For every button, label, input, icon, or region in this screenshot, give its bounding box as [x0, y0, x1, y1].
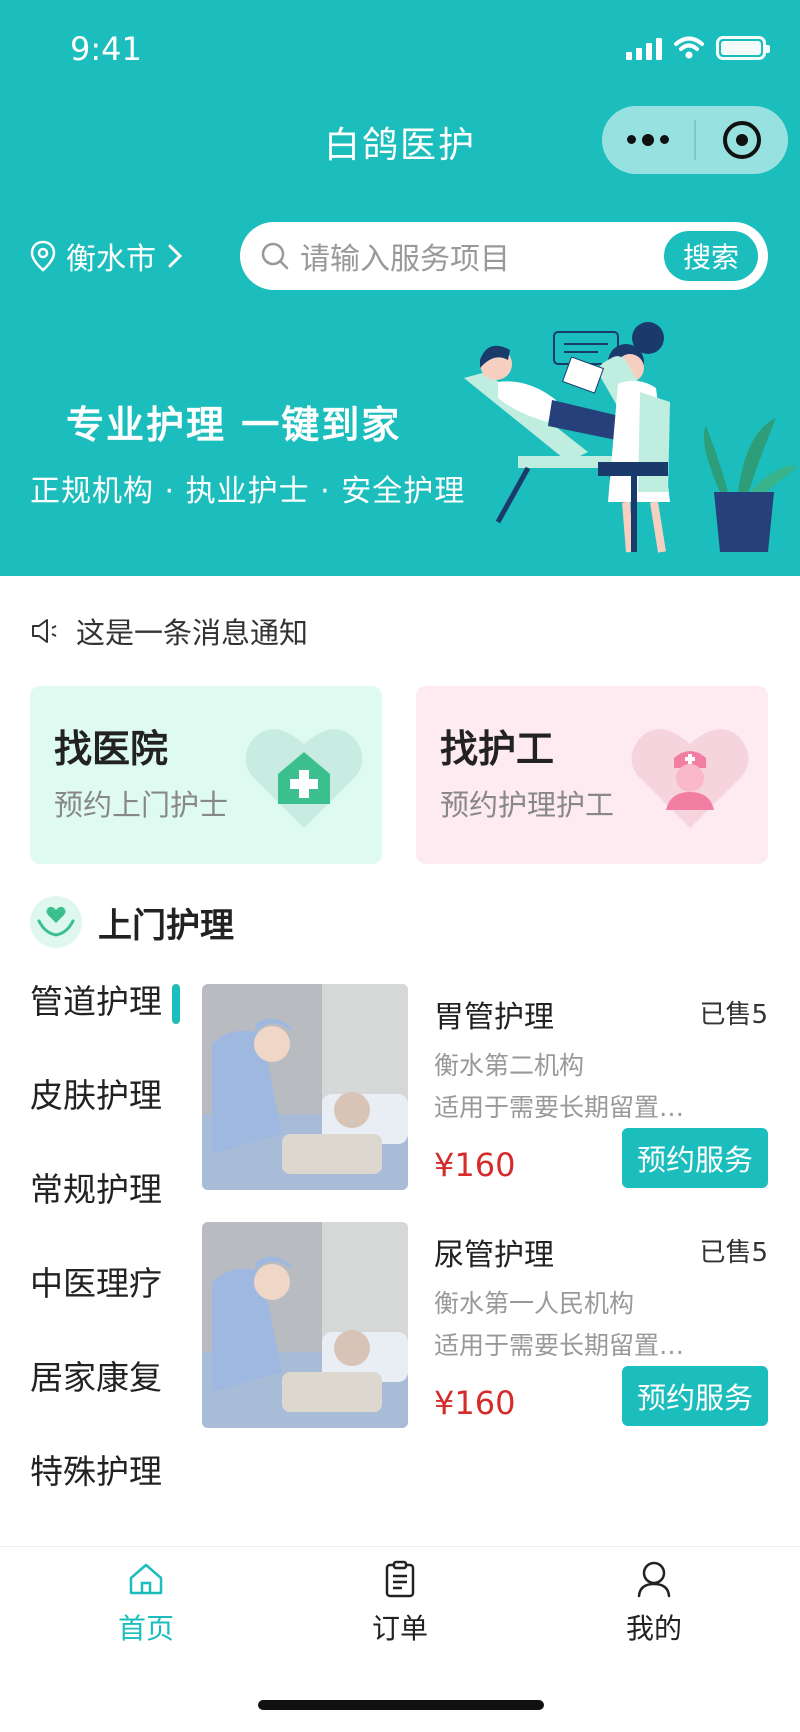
category-item-special-care[interactable]: 特殊护理 — [30, 1446, 190, 1540]
more-icon[interactable] — [602, 133, 694, 146]
service-description: 适用于需要长期留置胃管的患者 — [434, 1093, 696, 1122]
tab-home[interactable]: 首页 — [66, 1557, 226, 1647]
status-time: 9:41 — [70, 30, 142, 68]
tab-profile[interactable]: 我的 — [574, 1557, 734, 1647]
location-pin-icon — [30, 240, 56, 272]
user-icon — [637, 1561, 671, 1598]
battery-icon — [716, 36, 770, 60]
category-item-pipe-care[interactable]: 管道护理 — [30, 976, 190, 1070]
service-organization: 衡水第二机构 — [434, 1051, 585, 1080]
clipboard-icon — [385, 1560, 415, 1598]
category-item-routine-care[interactable]: 常规护理 — [30, 1164, 190, 1258]
book-service-button[interactable]: 预约服务 — [622, 1128, 768, 1188]
sold-count: 已售5 — [699, 1000, 768, 1030]
notice-bar[interactable]: 这是一条消息通知 — [30, 610, 308, 652]
tab-label: 首页 — [117, 1612, 174, 1645]
care-hands-icon — [30, 896, 82, 948]
search-icon — [261, 242, 289, 270]
header-banner: 9:41 白鸽医护 衡水市 请输入服务项目 搜索 专业护理 一键到家 正规机构 … — [0, 0, 800, 576]
service-description: 适用于需要长期留置尿管的患者 — [434, 1331, 696, 1360]
service-photo — [202, 984, 408, 1190]
banner-title: 专业护理 一键到家 — [66, 403, 402, 447]
tab-label: 我的 — [625, 1612, 682, 1645]
chevron-right-icon — [168, 244, 183, 268]
category-item-home-rehab[interactable]: 居家康复 — [30, 1352, 190, 1446]
nurse-heart-icon — [631, 729, 749, 828]
category-list: 管道护理 皮肤护理 常规护理 中医理疗 居家康复 特殊护理 — [30, 976, 190, 1540]
banner-subtitle: 正规机构 · 执业护士 · 安全护理 — [30, 474, 466, 509]
home-icon — [129, 1563, 163, 1595]
home-indicator — [258, 1700, 544, 1710]
tab-label: 订单 — [371, 1612, 428, 1645]
city-label: 衡水市 — [66, 242, 156, 277]
nurse-illustration — [464, 322, 798, 553]
service-photo — [202, 1222, 408, 1428]
status-icons — [626, 36, 770, 60]
hospital-heart-icon — [245, 729, 363, 828]
service-price: ¥160 — [434, 1146, 516, 1184]
service-name: 胃管护理 — [434, 1000, 554, 1035]
close-target-icon[interactable] — [696, 121, 788, 159]
search-button[interactable]: 搜索 — [664, 231, 758, 281]
sold-count: 已售5 — [699, 1238, 768, 1268]
tab-orders[interactable]: 订单 — [320, 1557, 480, 1647]
section-title: 上门护理 — [98, 905, 234, 946]
search-bar[interactable]: 请输入服务项目 搜索 — [240, 222, 768, 290]
service-organization: 衡水第一人民机构 — [434, 1289, 635, 1318]
card-subtitle: 预约护理护工 — [440, 788, 615, 822]
category-item-skin-care[interactable]: 皮肤护理 — [30, 1070, 190, 1164]
search-input[interactable]: 请输入服务项目 — [300, 234, 664, 278]
card-title: 找医院 — [54, 727, 169, 771]
card-title: 找护工 — [440, 727, 555, 771]
service-price: ¥160 — [434, 1384, 516, 1422]
service-item[interactable]: 胃管护理 已售5 衡水第二机构 适用于需要长期留置胃管的患者 ¥160 预约服务 — [202, 984, 768, 1190]
book-service-button[interactable]: 预约服务 — [622, 1366, 768, 1426]
service-name: 尿管护理 — [434, 1238, 554, 1273]
notice-text: 这是一条消息通知 — [76, 616, 309, 650]
signal-icon — [626, 36, 662, 60]
speaker-icon — [32, 619, 57, 643]
find-hospital-card[interactable]: 找医院 预约上门护士 — [30, 686, 382, 864]
miniprogram-capsule — [602, 106, 788, 174]
section-header: 上门护理 — [30, 896, 234, 948]
service-item[interactable]: 尿管护理 已售5 衡水第一人民机构 适用于需要长期留置尿管的患者 ¥160 预约… — [202, 1222, 768, 1428]
find-carer-card[interactable]: 找护工 预约护理护工 — [416, 686, 768, 864]
category-item-tcm-therapy[interactable]: 中医理疗 — [30, 1258, 190, 1352]
wifi-icon — [674, 36, 704, 59]
card-subtitle: 预约上门护士 — [54, 788, 229, 822]
location-selector[interactable]: 衡水市 — [30, 234, 184, 278]
